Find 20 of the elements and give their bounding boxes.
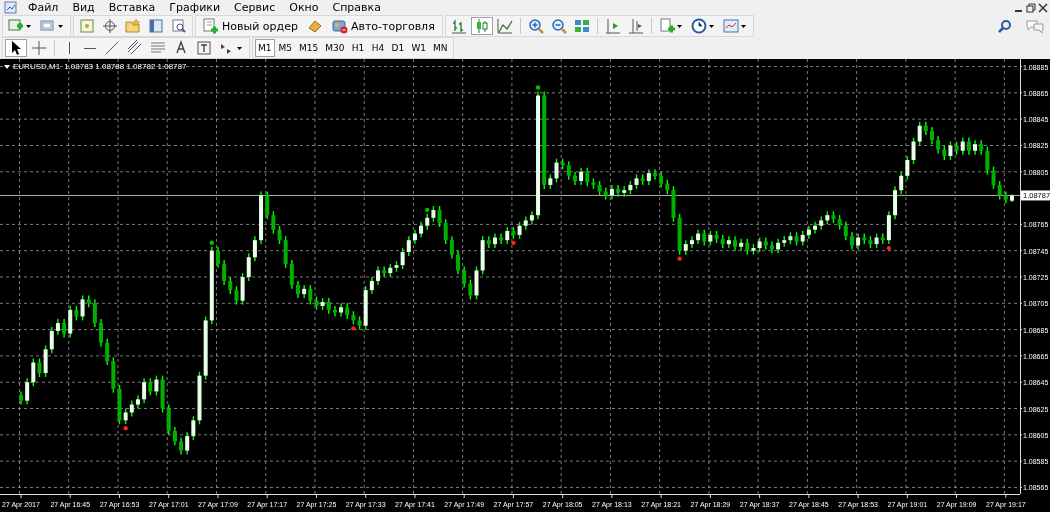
timeframe-button[interactable]: W1 bbox=[408, 39, 430, 57]
timeframe-button[interactable]: H1 bbox=[348, 39, 368, 57]
menu-item[interactable]: Вид bbox=[65, 0, 102, 15]
menu-item[interactable]: Окно bbox=[282, 0, 326, 15]
timeframe-button[interactable]: M30 bbox=[322, 39, 348, 57]
timeframe-button[interactable]: M1 bbox=[255, 39, 275, 57]
menu-item[interactable]: Сервис bbox=[227, 0, 283, 15]
menu-item[interactable]: Файл bbox=[21, 0, 66, 15]
timeframe-button[interactable]: M5 bbox=[275, 39, 295, 57]
menu-item[interactable]: Вставка bbox=[101, 0, 163, 15]
timeframe-button[interactable]: H4 bbox=[368, 39, 388, 57]
timeframe-button[interactable]: M15 bbox=[296, 39, 322, 57]
chart-symbol: EURUSD,M1 bbox=[13, 62, 61, 71]
timeframe-button[interactable]: D1 bbox=[388, 39, 408, 57]
chart-quote: 1.08783 1.08788 1.08782 1.08787 bbox=[64, 62, 187, 71]
menu-item[interactable]: Графики bbox=[162, 0, 228, 15]
timeframe-button[interactable]: MN bbox=[430, 39, 451, 57]
new-order-button[interactable]: Новый ордер bbox=[198, 17, 303, 35]
menu-item[interactable]: Справка bbox=[325, 0, 388, 15]
auto-trading-button[interactable]: Авто-торговля bbox=[326, 17, 440, 35]
